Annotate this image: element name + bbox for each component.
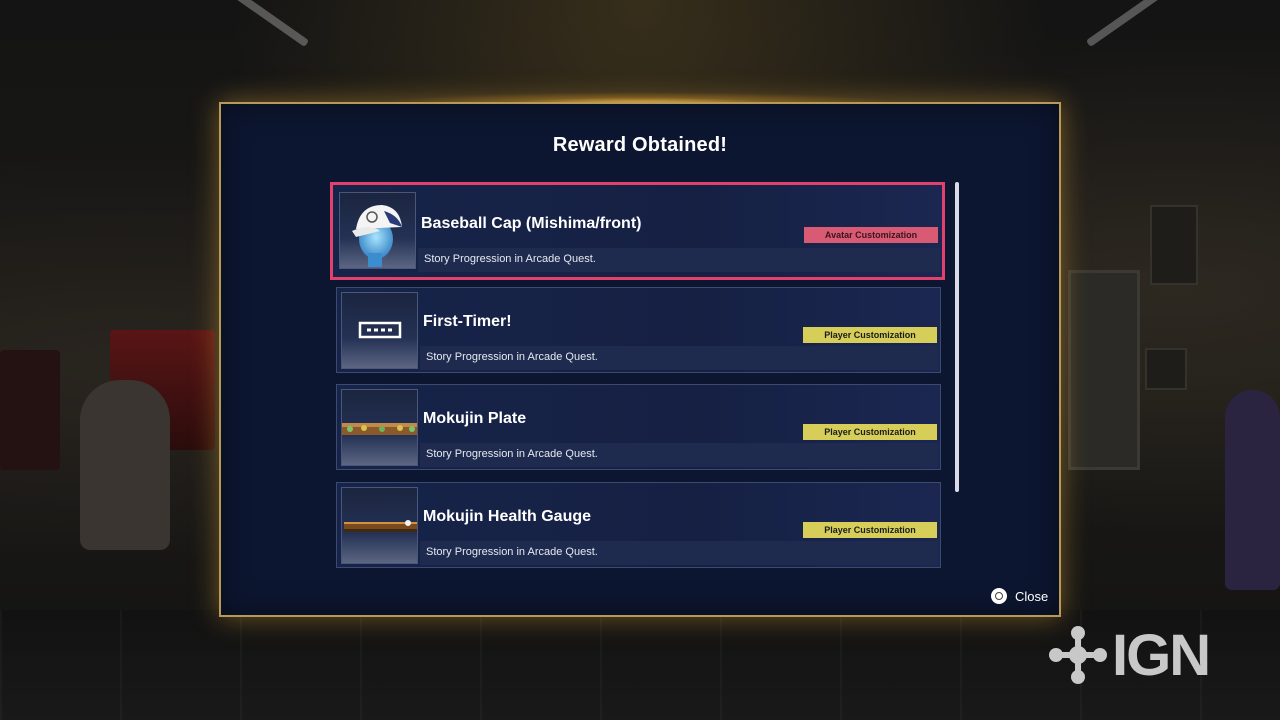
- reward-dialog: Reward Obtained! Baseball Cap (Mishima/f…: [219, 102, 1061, 617]
- background-door: [1068, 270, 1140, 470]
- circle-button-icon: [991, 588, 1007, 604]
- reward-description: Story Progression in Arcade Quest.: [426, 546, 598, 558]
- reward-name: Mokujin Plate: [423, 410, 527, 427]
- reward-card[interactable]: Mokujin Plate Player Customization Story…: [336, 384, 941, 470]
- reward-name: First-Timer!: [423, 313, 512, 330]
- ign-logo-icon: [1049, 626, 1107, 684]
- description-bar: Story Progression in Arcade Quest.: [420, 443, 938, 467]
- dialog-title: Reward Obtained!: [552, 134, 728, 156]
- category-badge: Player Customization: [803, 522, 937, 538]
- wood-plate-banner-icon: [341, 389, 418, 466]
- reward-card[interactable]: Mokujin Health Gauge Player Customizatio…: [336, 482, 941, 568]
- reward-description: Story Progression in Arcade Quest.: [424, 253, 596, 265]
- reward-list: Baseball Cap (Mishima/front) Avatar Cust…: [330, 182, 948, 572]
- description-bar: Story Progression in Arcade Quest.: [418, 248, 940, 272]
- close-button[interactable]: Close: [991, 586, 1048, 606]
- ign-watermark: IGN: [1048, 622, 1246, 688]
- wood-health-gauge-icon: [341, 487, 418, 564]
- category-badge: Player Customization: [803, 424, 937, 440]
- reward-description: Story Progression in Arcade Quest.: [426, 351, 598, 363]
- list-scrollbar[interactable]: [955, 182, 959, 492]
- reward-name: Mokujin Health Gauge: [423, 508, 592, 525]
- ign-watermark-text: IGN: [1112, 622, 1211, 688]
- category-badge: Player Customization: [803, 327, 937, 343]
- title-plate-icon: [341, 292, 418, 369]
- wall-poster: [1145, 348, 1187, 390]
- wall-poster: [1150, 205, 1198, 285]
- description-bar: Story Progression in Arcade Quest.: [420, 346, 938, 370]
- background-person: [80, 380, 170, 550]
- baseball-cap-avatar-icon: [339, 192, 416, 269]
- background-person: [1225, 390, 1280, 590]
- reward-card[interactable]: First-Timer! Player Customization Story …: [336, 287, 941, 373]
- reward-description: Story Progression in Arcade Quest.: [426, 448, 598, 460]
- reward-name: Baseball Cap (Mishima/front): [421, 215, 642, 232]
- category-badge: Avatar Customization: [804, 227, 938, 243]
- description-bar: Story Progression in Arcade Quest.: [420, 541, 938, 565]
- arcade-cabinet: [0, 350, 60, 470]
- reward-card[interactable]: Baseball Cap (Mishima/front) Avatar Cust…: [330, 182, 945, 280]
- close-label: Close: [1015, 588, 1049, 604]
